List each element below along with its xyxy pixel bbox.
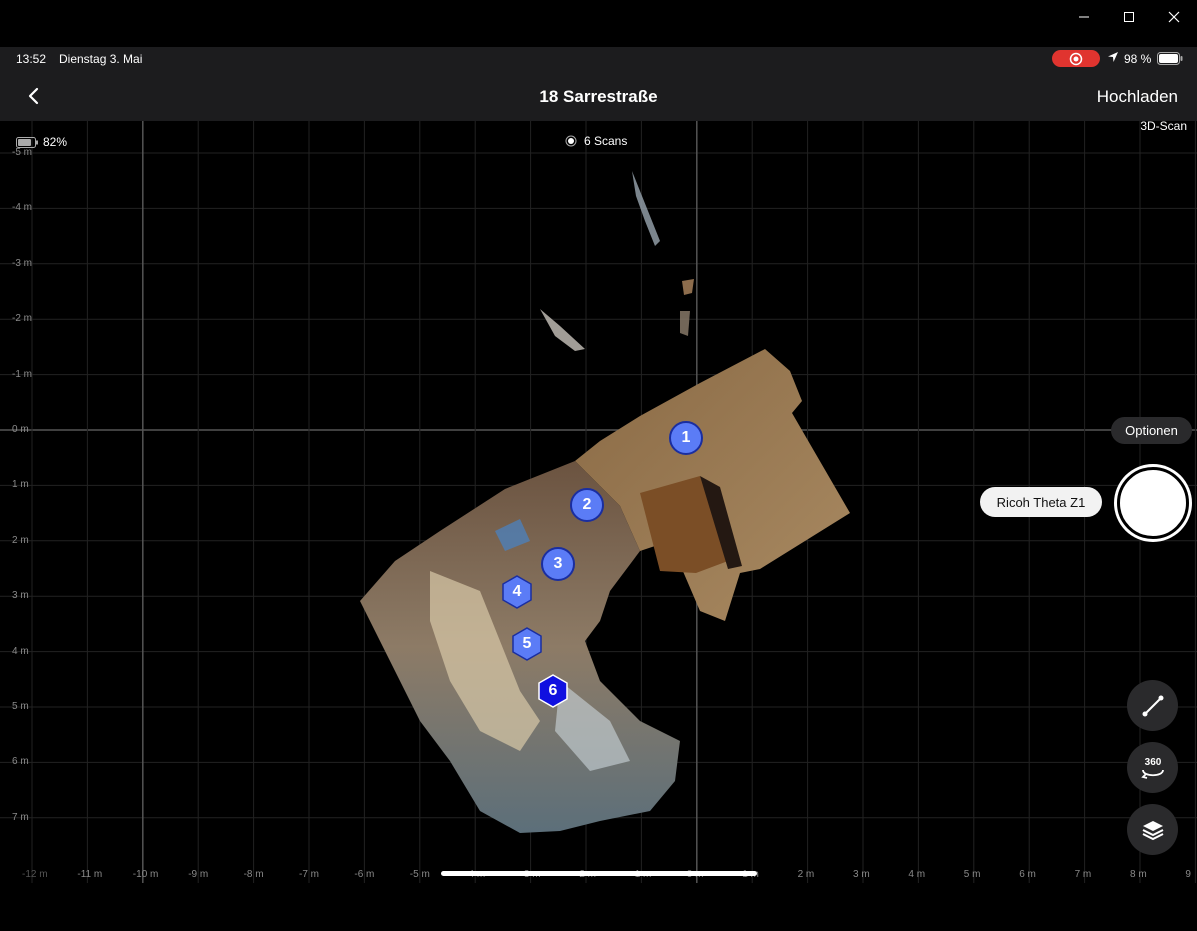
mode-label: 3D-Scan [1140,121,1187,133]
scan-marker-5[interactable]: 5 [510,627,544,661]
y-axis-label: 2 m [12,534,29,546]
status-time: 13:52 [16,52,47,66]
x-axis-label: -5 m [409,869,430,880]
battery-percentage: 98 % [1124,52,1152,66]
y-axis-label: 6 m [12,756,29,768]
battery-icon [16,136,38,148]
x-axis-label: 7 m [1074,869,1092,880]
minimize-icon[interactable] [1061,2,1107,32]
scan-marker-1[interactable]: 1 [669,421,703,455]
x-axis-label: -9 m [188,869,209,880]
y-axis-label: 3 m [12,590,29,602]
close-icon[interactable] [1151,2,1197,32]
layers-icon [1142,820,1163,840]
y-axis-label: -2 m [12,313,32,325]
scans-count: 6 Scans [565,134,627,148]
scans-count-label: 6 Scans [584,134,628,148]
screen-recording-indicator[interactable] [1052,50,1100,67]
360-view-button[interactable]: 360 [1127,742,1178,793]
x-axis-label: 9 [1185,869,1191,880]
location-arrow-icon [1108,52,1118,62]
scan-marker-label: 2 [582,496,592,513]
x-axis-label: 6 m [1019,869,1036,880]
device-battery-value: 82% [43,135,68,149]
scan-marker-6-selected[interactable]: 6 [536,674,570,708]
y-axis-label: -5 m [12,147,32,158]
battery-icon [1157,52,1183,65]
status-bar: 13:52 Dienstag 3. Mai 98 % [0,47,1197,71]
y-axis-label: -4 m [12,202,32,214]
y-axis-label: 7 m [12,811,29,823]
y-axis-label: -3 m [12,257,32,269]
x-axis-label: 2 m [797,869,815,880]
x-axis-label: -8 m [243,869,264,880]
maximize-icon[interactable] [1106,2,1152,32]
scan-marker-label: 3 [553,555,563,572]
y-axis-label: 5 m [12,701,29,712]
capture-button[interactable] [1117,467,1189,539]
window-titlebar [0,0,1197,47]
x-axis-label: -10 m [132,869,159,880]
y-axis-label: 0 m [12,424,29,435]
measure-line-icon [1142,695,1163,716]
page-title: 18 Sarrestraße [539,87,658,106]
scan-marker-label: 1 [681,429,691,446]
x-axis-label: 8 m [1130,869,1147,880]
x-axis-label: -12 m [22,869,48,880]
record-icon [1069,52,1083,65]
scan-marker-label: 5 [522,635,532,652]
y-axis-label: 1 m [12,479,29,491]
options-button[interactable]: Optionen [1111,417,1192,444]
layers-button[interactable] [1127,804,1178,855]
camera-selector[interactable]: Ricoh Theta Z1 [980,487,1102,517]
scan-marker-4[interactable]: 4 [500,575,534,609]
x-axis-label: -7 m [299,869,319,880]
y-axis-label: 4 m [12,645,29,657]
navigation-bar: 18 Sarrestraße Hochladen [0,71,1197,121]
upload-button[interactable]: Hochladen [1097,87,1178,107]
x-axis-label: 4 m [908,869,926,880]
x-axis-label: 5 m [963,869,981,880]
x-axis-label: -11 m [77,869,103,880]
status-date: Dienstag 3. Mai [59,52,143,66]
scan-marker-label: 6 [548,682,558,699]
bottom-area [0,883,1197,931]
scan-dot-icon [565,135,577,147]
scan-marker-2[interactable]: 2 [570,488,604,522]
scan-marker-3[interactable]: 3 [541,547,575,581]
x-axis-label: 3 m [853,869,870,880]
x-axis-label: -6 m [354,869,375,880]
scan-marker-label: 4 [512,583,522,600]
home-indicator[interactable] [441,871,757,876]
360-rotate-icon: 360 [1140,757,1164,779]
360-label: 360 [1144,757,1161,768]
y-axis-label: -1 m [12,368,32,380]
measure-button[interactable] [1127,680,1178,731]
